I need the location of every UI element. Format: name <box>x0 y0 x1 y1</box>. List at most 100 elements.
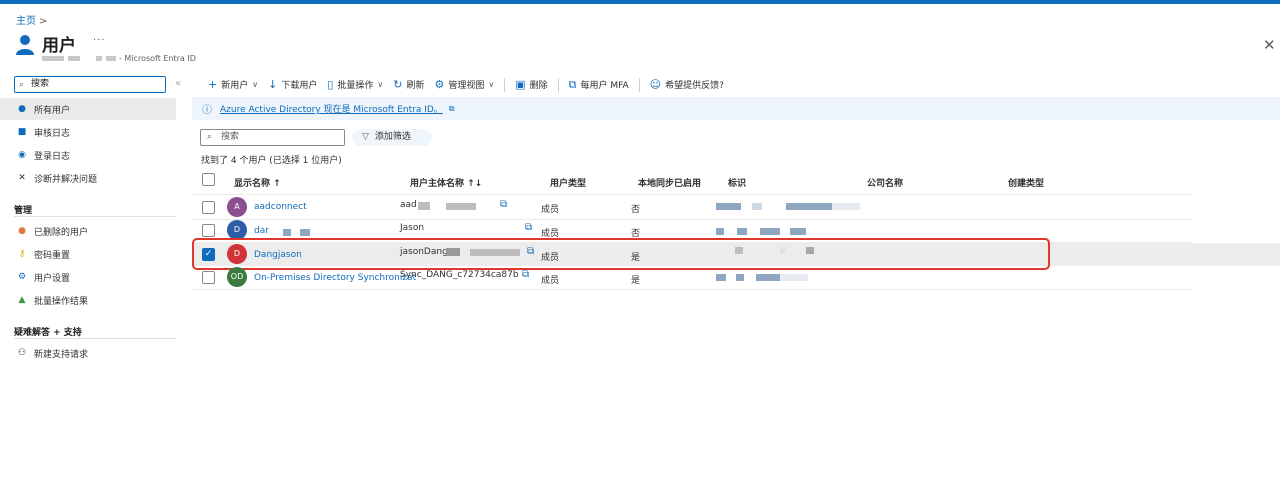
redacted-block <box>832 203 860 210</box>
sidebar-item-deleted-users[interactable]: ● 已删除的用户 <box>0 220 176 242</box>
sidebar-item-label: 密码重置 <box>34 250 71 261</box>
add-filter-button[interactable]: ▽ 添加筛选 <box>352 129 432 146</box>
copy-icon[interactable]: ⧉ <box>500 199 507 210</box>
column-header-company[interactable]: 公司名称 <box>867 176 903 189</box>
users-icon <box>16 35 34 55</box>
onprem-sync: 否 <box>631 205 641 215</box>
row-checkbox[interactable] <box>202 271 215 284</box>
button-label: 下载用户 <box>281 81 318 91</box>
external-link-icon: ⧉ <box>568 77 577 91</box>
button-label: 刷新 <box>406 81 425 91</box>
sidebar-item-diagnose[interactable]: ✕ 诊断并解决问题 <box>0 167 176 189</box>
sidebar-item-new-support-request[interactable]: ⚇ 新建支持请求 <box>0 342 176 364</box>
breadcrumb-separator: > <box>39 16 48 27</box>
result-count: 找到了 4 个用户 (已选择 1 位用户) <box>201 156 342 166</box>
refresh-button[interactable]: ↻ 刷新 <box>393 78 424 91</box>
column-header-user-type[interactable]: 用户类型 <box>550 176 586 189</box>
feedback-icon: ☺ <box>649 78 662 91</box>
sidebar-item-label: 审核日志 <box>34 128 71 139</box>
toolbar-separator <box>557 77 559 92</box>
sidebar-item-all-users[interactable]: ● 所有用户 <box>0 98 176 120</box>
selection-highlight-box <box>192 238 1050 270</box>
trash-icon: ▣ <box>515 78 526 91</box>
new-user-button[interactable]: + 新用户 ∨ <box>208 78 258 91</box>
redacted-block <box>96 56 102 61</box>
select-all-checkbox[interactable] <box>202 173 215 186</box>
sidebar-search-input[interactable]: ⌕ 搜索 <box>14 76 166 93</box>
button-label: 删除 <box>529 81 548 91</box>
column-header-display-name[interactable]: 显示名称 ↑ <box>234 176 281 189</box>
gear-icon: ⚙ <box>434 78 445 91</box>
sidebar-item-label: 诊断并解决问题 <box>34 174 98 185</box>
redacted-block <box>790 228 806 235</box>
bulk-operations-button[interactable]: ▯ 批量操作 ∨ <box>327 78 383 91</box>
command-toolbar: + 新用户 ∨ ↓ 下载用户 ▯ 批量操作 ∨ ↻ 刷新 ⚙ 管理视图 ∨ ▣ 删除 ⧉ 每用户 M… <box>208 76 734 93</box>
sidebar-item-label: 用户设置 <box>34 273 71 284</box>
user-type: 成员 <box>541 276 560 286</box>
column-header-creation-type[interactable]: 创建类型 <box>1008 176 1044 189</box>
user-name-link[interactable]: On-Premises Directory Synchronizat <box>254 273 416 283</box>
button-label: 管理视图 <box>448 81 485 91</box>
feedback-button[interactable]: ☺ 希望提供反馈? <box>650 78 724 91</box>
delete-button[interactable]: ▣ 删除 <box>515 78 547 91</box>
download-users-button[interactable]: ↓ 下载用户 <box>268 78 317 91</box>
column-header-onprem-sync[interactable]: 本地同步已启用 <box>638 176 701 189</box>
avatar: OD <box>227 267 247 287</box>
sidebar-item-label: 所有用户 <box>34 105 71 116</box>
manage-view-button[interactable]: ⚙ 管理视图 ∨ <box>435 78 495 91</box>
audit-log-icon: ■ <box>17 127 27 137</box>
sidebar-item-label: 新建支持请求 <box>34 349 89 360</box>
chevron-down-icon: ∨ <box>252 80 259 89</box>
info-icon: ⓘ <box>202 105 212 116</box>
per-user-mfa-button[interactable]: ⧉ 每用户 MFA <box>569 78 629 92</box>
redacted-block <box>760 228 780 235</box>
divider <box>14 338 176 339</box>
search-placeholder: 搜索 <box>221 132 240 142</box>
copy-icon[interactable]: ⧉ <box>522 269 529 280</box>
key-icon: ⚷ <box>18 249 26 259</box>
deleted-user-icon: ● <box>18 226 26 236</box>
sidebar-item-signin-logs[interactable]: ◉ 登录日志 <box>0 144 176 166</box>
top-accent-bar <box>0 0 1280 4</box>
sidebar-item-user-settings[interactable]: ⚙ 用户设置 <box>0 266 176 288</box>
copy-icon[interactable]: ⧉ <box>525 222 532 233</box>
sidebar-item-password-reset[interactable]: ⚷ 密码重置 <box>0 243 176 265</box>
tenant-name: - Microsoft Entra ID <box>119 54 196 63</box>
onprem-sync: 是 <box>631 276 641 286</box>
redacted-block <box>106 56 116 61</box>
redacted-block <box>418 202 430 210</box>
sidebar-item-audit-logs[interactable]: ■ 审核日志 <box>0 121 176 143</box>
row-divider <box>192 219 1192 220</box>
sidebar-item-bulk-results[interactable]: ▲ 批量操作结果 <box>0 289 176 311</box>
user-type: 成员 <box>541 205 560 215</box>
row-divider <box>192 289 1192 290</box>
column-header-upn[interactable]: 用户主体名称 ↑↓ <box>410 176 482 189</box>
breadcrumb: 主页 > <box>16 12 47 27</box>
wrench-icon: ✕ <box>18 173 26 183</box>
user-upn: Jason <box>400 223 425 233</box>
close-button[interactable]: ✕ <box>1263 36 1276 54</box>
user-search-input[interactable]: ⌕ 搜索 <box>200 129 345 146</box>
section-heading-manage: 管理 <box>14 206 33 216</box>
redacted-block <box>786 203 832 210</box>
collapse-sidebar-button[interactable]: « <box>175 78 181 89</box>
bulk-results-icon: ▲ <box>18 295 26 305</box>
user-name-link[interactable]: dar <box>254 226 269 236</box>
user-upn: Sync_DANG_c72734ca87b... <box>400 270 518 280</box>
entra-rename-link[interactable]: Azure Active Directory 现在是 Microsoft Ent… <box>220 102 443 115</box>
user-settings-icon: ⚙ <box>17 272 27 282</box>
row-checkbox[interactable] <box>202 224 215 237</box>
avatar: A <box>227 197 247 217</box>
button-label: 添加筛选 <box>374 132 411 142</box>
breadcrumb-home-link[interactable]: 主页 <box>16 16 36 27</box>
external-link-icon[interactable]: ⧉ <box>449 104 455 114</box>
column-header-identities[interactable]: 标识 <box>728 176 746 189</box>
redacted-block <box>446 203 476 210</box>
info-banner: ⓘ Azure Active Directory 现在是 Microsoft E… <box>192 97 1280 120</box>
user-name-link[interactable]: aadconnect <box>254 202 307 212</box>
redacted-block <box>756 274 780 281</box>
download-icon: ↓ <box>268 78 278 91</box>
row-checkbox[interactable] <box>202 201 215 214</box>
refresh-icon: ↻ <box>393 78 403 91</box>
more-options-button[interactable]: ··· <box>93 35 106 46</box>
